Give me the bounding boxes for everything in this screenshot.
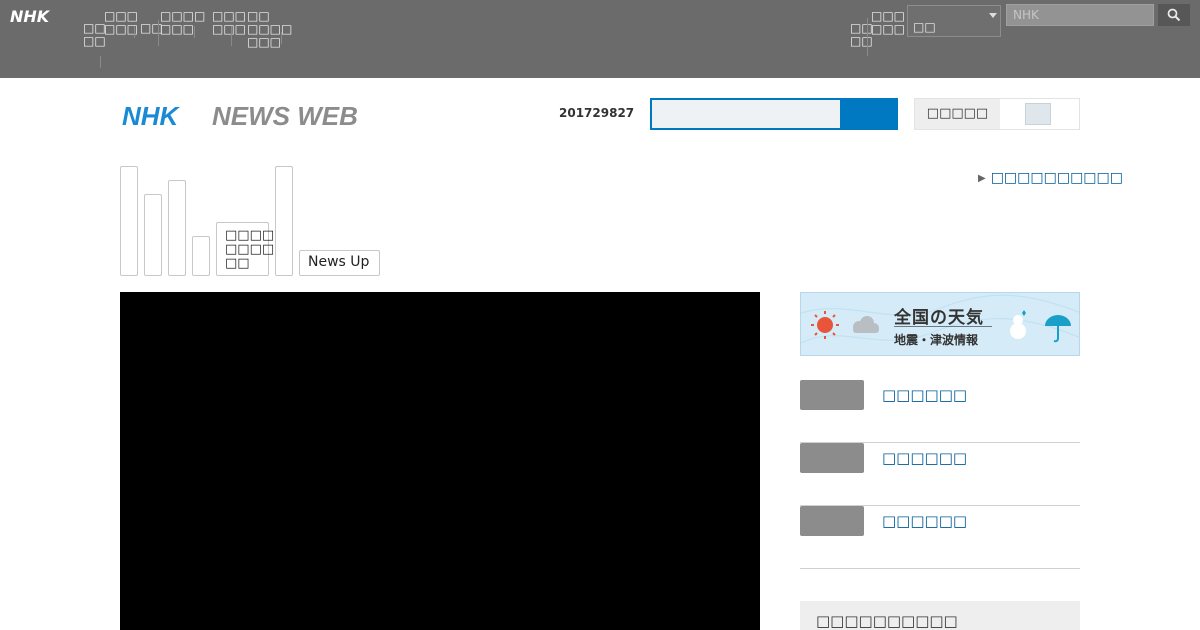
login-link[interactable]: ▶ □□□□□□□□□□ (978, 170, 1123, 186)
gnav-item-1[interactable]: □□ □□ (83, 22, 106, 48)
gnav-item-2[interactable]: □□□ □□□ (104, 10, 138, 36)
cloud-icon (853, 316, 879, 333)
display-toggle[interactable]: □□□□□ (914, 98, 1080, 130)
gnav-item-6[interactable]: □□ □□□□ □□□ (247, 10, 292, 49)
gnav-right-item-2[interactable]: □□□ □□□ (871, 10, 905, 36)
gnav-divider (100, 56, 101, 68)
global-search-input[interactable] (1006, 4, 1154, 26)
login-link-label: □□□□□□□□□□ (990, 170, 1123, 186)
sidebar-item-thumbnail (800, 443, 864, 473)
region-select-value: □□ (913, 20, 936, 34)
sidebar-item[interactable]: □□□□□□ (800, 380, 1080, 443)
category-tab-3[interactable] (168, 180, 186, 276)
umbrella-icon (1045, 315, 1071, 343)
nhk-logo[interactable]: NHK (9, 6, 67, 26)
gnav-right-item-1[interactable]: □□ □□ (850, 22, 873, 48)
sidebar-item-label[interactable]: □□□□□□ (882, 512, 967, 530)
date-display: 201729827 (559, 106, 635, 120)
toggle-label: □□□□□ (915, 99, 1000, 129)
sidebar-item-thumbnail (800, 506, 864, 536)
site-search-button[interactable] (841, 98, 898, 130)
weather-title: 全国の天気 (894, 308, 984, 328)
gnav-divider (194, 26, 195, 38)
triangle-right-icon: ▶ (978, 173, 986, 184)
weather-banner[interactable]: 全国の天気 地震・津波情報 (800, 292, 1080, 356)
sidebar-section: □□□□□□□□□□ (800, 601, 1080, 630)
sidebar-item-thumbnail (800, 380, 864, 410)
nhk-news-web-logo[interactable]: NHK NEWS WEB (122, 100, 372, 132)
svg-text:NEWS WEB: NEWS WEB (212, 101, 358, 131)
category-tab-6[interactable] (275, 166, 293, 276)
sidebar-item-label[interactable]: □□□□□□ (882, 449, 967, 467)
search-icon (1167, 8, 1181, 22)
svg-text:NHK: NHK (122, 101, 181, 131)
site-search-input[interactable] (650, 98, 842, 130)
category-tab-4[interactable] (192, 236, 210, 276)
category-tab-news-up[interactable]: News Up (299, 250, 380, 276)
video-player[interactable] (120, 292, 760, 630)
gnav-item-5[interactable]: □□□ □□□ (212, 10, 246, 36)
gnav-divider (281, 32, 282, 44)
category-tab-1[interactable] (120, 166, 138, 276)
weather-divider (894, 326, 992, 327)
gnav-divider (231, 26, 232, 46)
sidebar-item-label[interactable]: □□□□□□ (882, 386, 967, 404)
gnav-divider (867, 18, 868, 56)
toggle-switch[interactable] (1025, 103, 1051, 125)
chevron-down-icon (989, 13, 997, 18)
region-select[interactable]: □□ (907, 5, 1001, 37)
gnav-divider (158, 20, 159, 46)
category-tab-2[interactable] (144, 194, 162, 276)
gnav-item-4[interactable]: □□□□ □□□ (160, 10, 205, 36)
sidebar-item[interactable]: □□□□□□ (800, 506, 1080, 569)
global-nav-bar: NHK □□ □□ □□□ □□□ □□ □□□□ □□□ □□□ □□□ □□… (0, 0, 1200, 78)
sidebar-section-title: □□□□□□□□□□ (816, 612, 958, 630)
category-tab-5[interactable]: □□□□ □□□□ □□ (216, 222, 274, 276)
gnav-divider (134, 26, 135, 38)
sidebar-item[interactable]: □□□□□□ (800, 443, 1080, 506)
global-search-button[interactable] (1158, 4, 1190, 26)
sun-icon (811, 311, 839, 339)
snowman-icon (1010, 310, 1026, 339)
svg-text:NHK: NHK (10, 7, 51, 26)
weather-subtitle: 地震・津波情報 (894, 333, 979, 347)
